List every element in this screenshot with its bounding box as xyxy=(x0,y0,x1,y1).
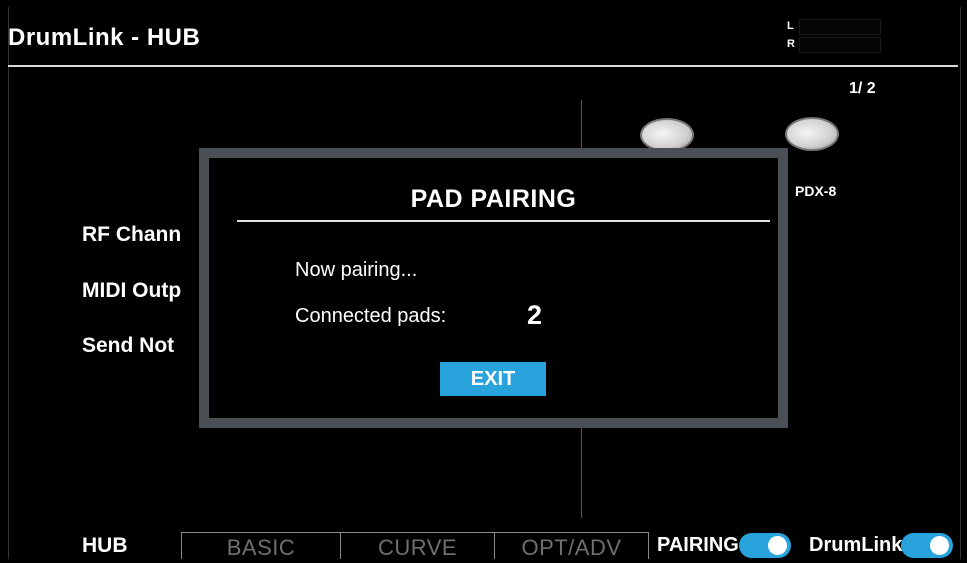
page-title: DrumLink - HUB xyxy=(8,24,201,51)
toggle-knob xyxy=(930,536,949,555)
pad-pairing-dialog: PAD PAIRING Now pairing... Connected pad… xyxy=(199,148,788,428)
dialog-divider xyxy=(237,220,770,222)
tab-curve[interactable]: CURVE xyxy=(340,532,495,560)
midi-output-label[interactable]: MIDI Outp xyxy=(82,279,181,303)
title-divider xyxy=(8,65,958,67)
connected-pads-label: Connected pads: xyxy=(295,305,447,327)
toggle-knob xyxy=(768,536,787,555)
drumlink-toggle-label: DrumLink xyxy=(809,534,903,556)
exit-button[interactable]: EXIT xyxy=(440,362,546,396)
pad-icon[interactable] xyxy=(785,117,839,151)
send-note-label[interactable]: Send Not xyxy=(82,334,174,358)
page-indicator: 1/ 2 xyxy=(849,80,876,97)
pad-name: PDX-8 xyxy=(795,183,837,199)
pad-icon[interactable] xyxy=(640,118,694,152)
tab-hub[interactable]: HUB xyxy=(82,534,128,558)
tab-basic[interactable]: BASIC xyxy=(181,532,341,560)
pairing-toggle[interactable] xyxy=(739,533,791,558)
rf-channel-label[interactable]: RF Chann xyxy=(82,223,181,247)
meter-right-bar xyxy=(799,37,881,53)
tab-opt-adv[interactable]: OPT/ADV xyxy=(494,532,649,560)
dialog-title: PAD PAIRING xyxy=(410,185,577,213)
connected-pads-count: 2 xyxy=(527,300,543,330)
pairing-toggle-label: PAIRING xyxy=(657,534,739,556)
meter-right-label: R xyxy=(787,38,795,50)
meter-left-bar xyxy=(799,19,881,35)
meter-left-label: L xyxy=(787,20,794,32)
drumlink-toggle[interactable] xyxy=(901,533,953,558)
pairing-status: Now pairing... xyxy=(295,259,418,281)
